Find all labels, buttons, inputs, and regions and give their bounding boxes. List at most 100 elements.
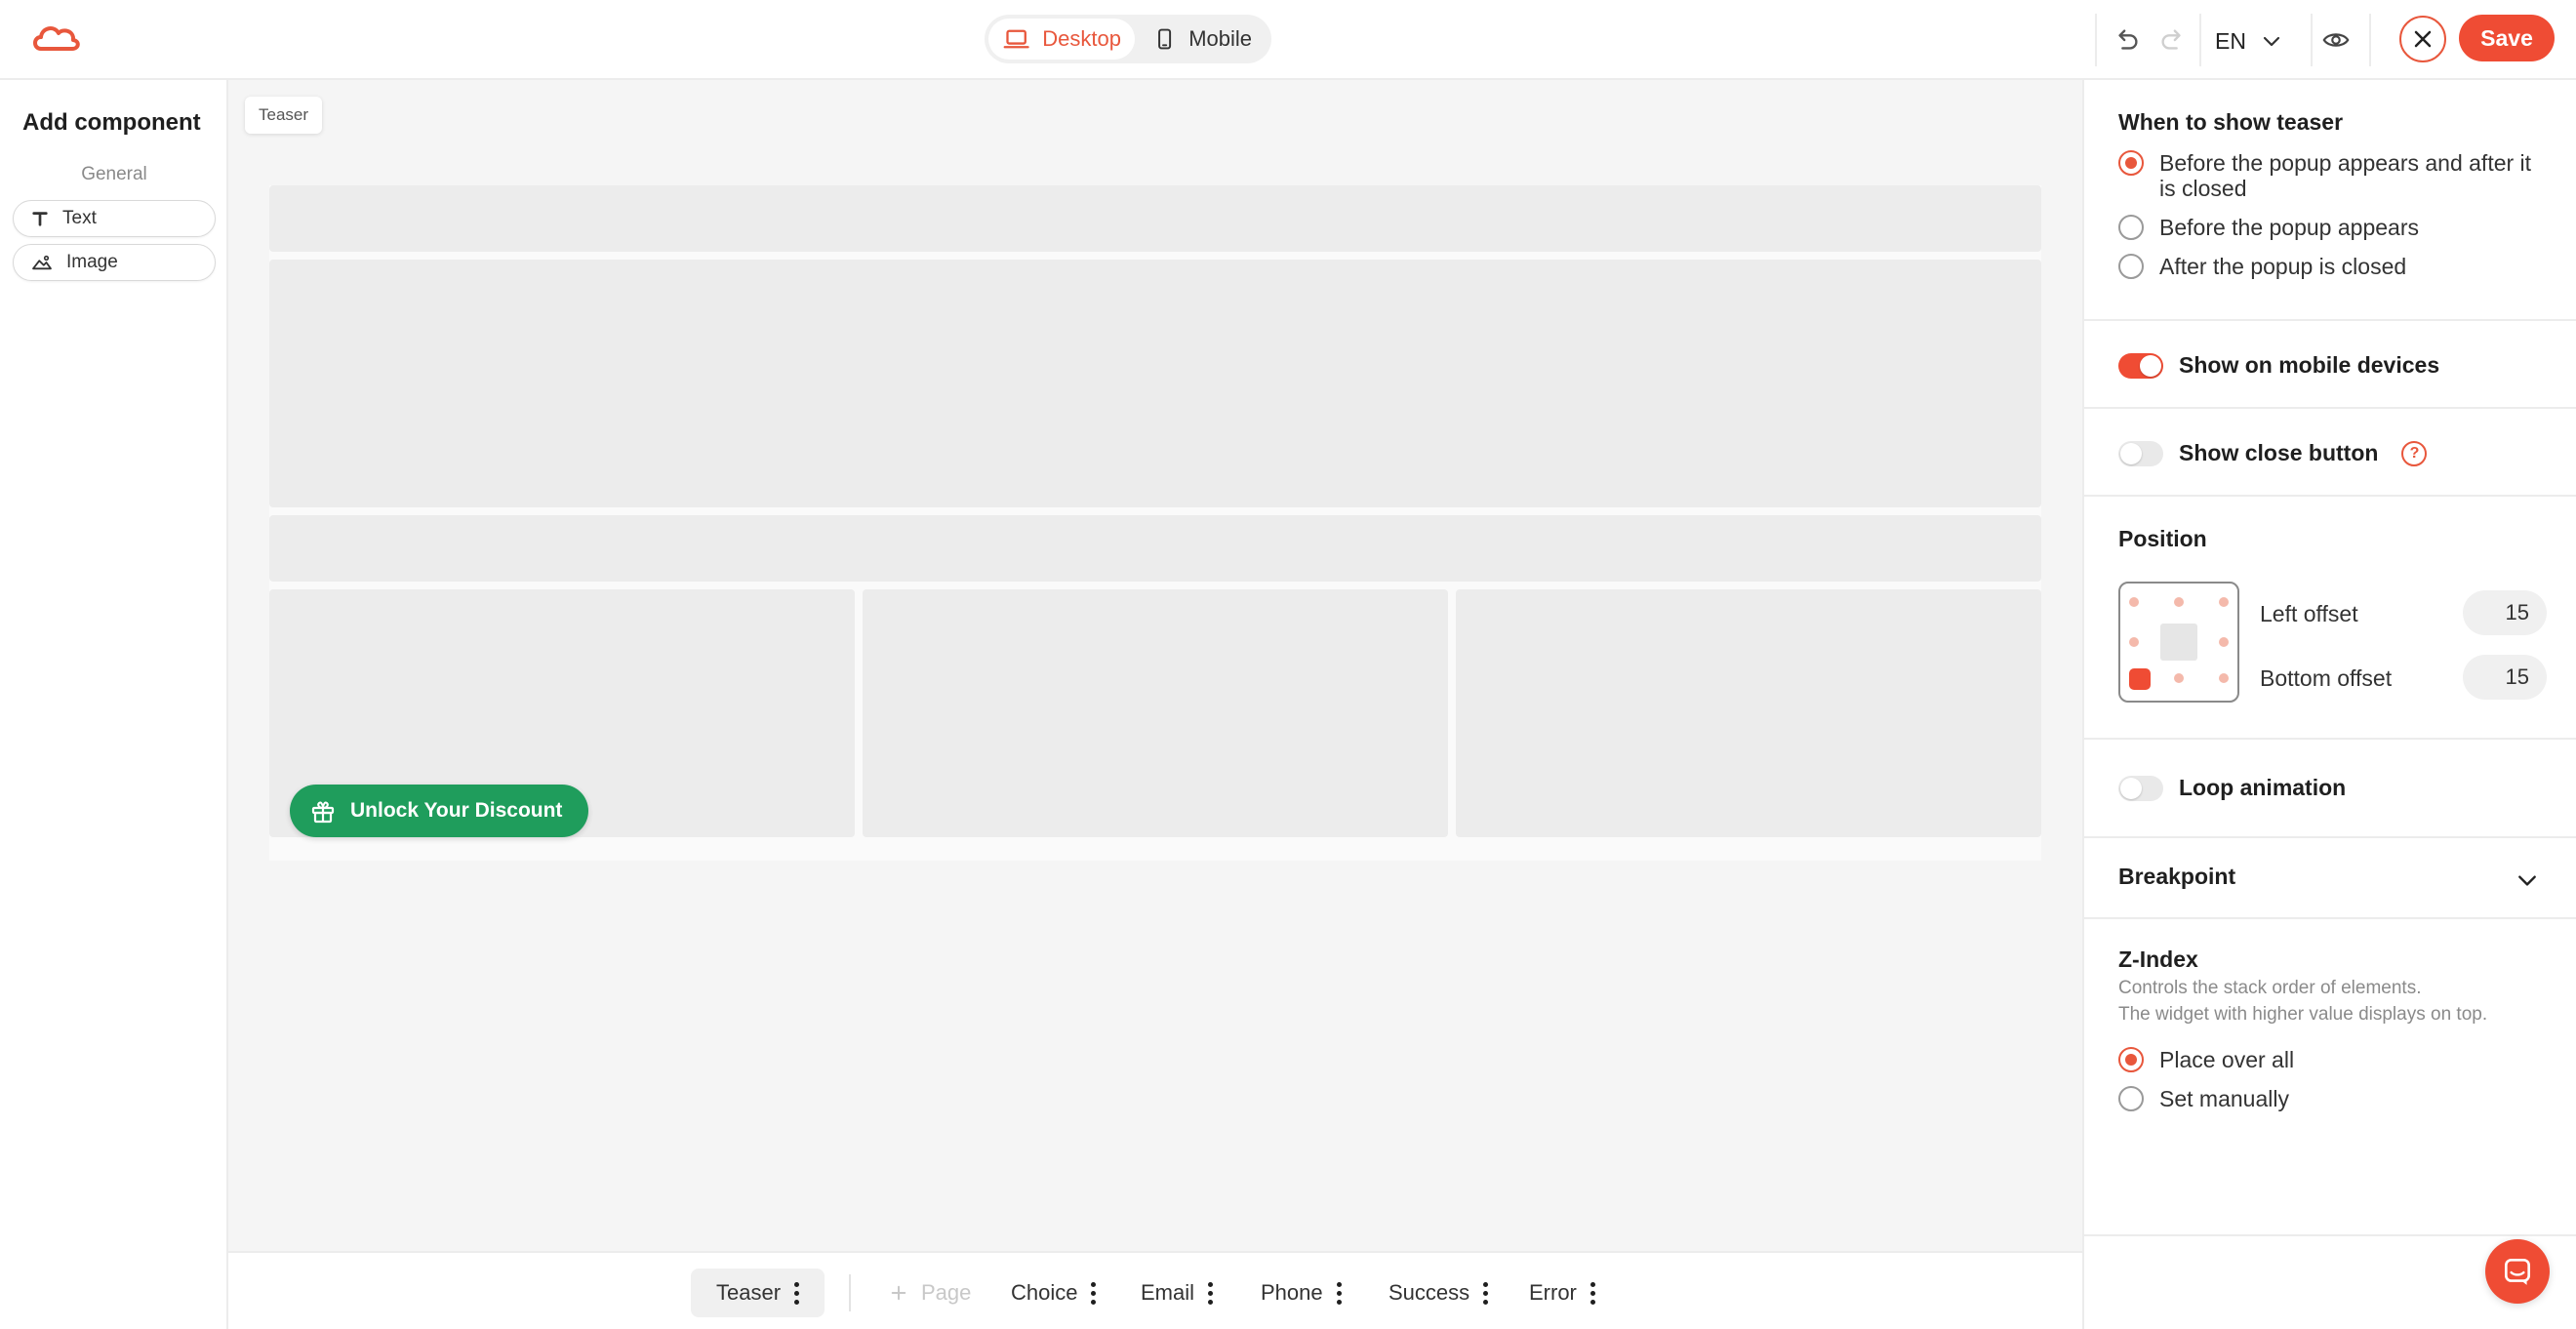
radio-after-popup[interactable]: After the popup is closed — [2118, 254, 2406, 279]
chat-icon — [2504, 1258, 2531, 1285]
plus-icon — [891, 1285, 906, 1301]
more-vertical-icon[interactable] — [794, 1281, 800, 1305]
radio-place-over-all[interactable]: Place over all — [2118, 1047, 2294, 1072]
more-vertical-icon[interactable] — [1483, 1281, 1489, 1305]
undo-button[interactable] — [2108, 20, 2147, 60]
radio-set-manually[interactable]: Set manually — [2118, 1086, 2289, 1111]
position-dot[interactable] — [2174, 673, 2184, 683]
tab-label: Success — [1389, 1280, 1470, 1305]
redo-icon — [2161, 29, 2181, 50]
undo-icon — [2118, 29, 2138, 50]
left-offset-input[interactable]: 15 — [2463, 590, 2547, 635]
gift-icon — [311, 801, 335, 824]
image-icon — [32, 255, 52, 270]
app-logo[interactable] — [29, 20, 84, 59]
redo-button[interactable] — [2153, 20, 2192, 60]
radio-label: Before the popup appears — [2159, 215, 2419, 240]
breakpoint-accordion[interactable]: Breakpoint — [2084, 838, 2576, 919]
phone-icon — [1158, 28, 1172, 50]
tab-email[interactable]: Email — [1141, 1269, 1214, 1317]
divider — [2311, 14, 2313, 66]
mobile-toggle-button[interactable]: Mobile — [1139, 19, 1266, 60]
show-on-mobile-toggle[interactable] — [2118, 352, 2163, 379]
tab-phone[interactable]: Phone — [1261, 1269, 1342, 1317]
desktop-toggle-button[interactable]: Desktop — [988, 19, 1135, 60]
tab-choice[interactable]: Choice — [1011, 1269, 1097, 1317]
save-button[interactable]: Save — [2459, 15, 2555, 61]
tab-teaser[interactable]: Teaser — [691, 1269, 825, 1317]
position-dot[interactable] — [2174, 597, 2184, 607]
language-select[interactable]: EN — [2215, 21, 2281, 60]
radio-button[interactable] — [2118, 1086, 2144, 1111]
support-chat-button[interactable] — [2485, 1239, 2550, 1304]
help-icon[interactable]: ? — [2401, 440, 2428, 466]
z-index-description: Controls the stack order of elements. — [2118, 978, 2422, 998]
loop-animation-toggle[interactable] — [2118, 775, 2163, 801]
when-to-show-section: When to show teaser Before the popup app… — [2084, 80, 2576, 321]
position-dot[interactable] — [2219, 597, 2229, 607]
bottom-offset-label: Bottom offset — [2260, 665, 2393, 691]
tab-success[interactable]: Success — [1389, 1269, 1489, 1317]
top-bar: Desktop Mobile EN Save — [0, 0, 2576, 80]
tab-label: Error — [1529, 1280, 1577, 1305]
tab-label: Choice — [1011, 1280, 1078, 1305]
left-offset-label: Left offset — [2260, 601, 2358, 626]
laptop-icon — [1003, 29, 1029, 49]
radio-label: Set manually — [2159, 1086, 2289, 1111]
editor-canvas[interactable]: Teaser Unlock Your Discount — [228, 80, 2082, 1251]
more-vertical-icon[interactable] — [1590, 1281, 1595, 1305]
position-dot[interactable] — [2129, 597, 2139, 607]
show-on-mobile-section: Show on mobile devices — [2084, 321, 2576, 409]
position-selected-bottom-left[interactable] — [2129, 668, 2151, 690]
show-on-mobile-row: Show on mobile devices — [2118, 352, 2439, 379]
panel-title: Add component — [22, 109, 201, 136]
add-image-button[interactable]: Image — [13, 244, 216, 281]
position-center-preview — [2160, 624, 2197, 661]
eye-icon — [2322, 33, 2350, 47]
radio-button[interactable] — [2118, 254, 2144, 279]
page-tabs-bar: Teaser Page Choice Email Phone Success E… — [228, 1251, 2082, 1329]
tab-add-page[interactable]: Page — [890, 1269, 971, 1317]
more-vertical-icon[interactable] — [1208, 1281, 1214, 1305]
accordion-title: Breakpoint — [2118, 864, 2236, 889]
teaser-button[interactable]: Unlock Your Discount — [290, 785, 588, 837]
show-close-button-row: Show close button ? — [2118, 440, 2428, 466]
radio-before-and-after[interactable]: Before the popup appears and after it is… — [2118, 150, 2548, 201]
component-label: Text — [62, 208, 97, 228]
z-index-section: Z-Index Controls the stack order of elem… — [2084, 919, 2576, 1236]
more-vertical-icon[interactable] — [1091, 1281, 1097, 1305]
radio-button[interactable] — [2118, 215, 2144, 240]
section-title: Z-Index — [2118, 946, 2198, 972]
desktop-label: Desktop — [1042, 26, 1121, 51]
placeholder-block — [269, 260, 2041, 507]
radio-button[interactable] — [2118, 1047, 2144, 1072]
toggle-label: Loop animation — [2179, 775, 2347, 800]
tab-label: Teaser — [716, 1280, 782, 1305]
bottom-offset-input[interactable]: 15 — [2463, 655, 2547, 700]
loop-animation-section: Loop animation — [2084, 740, 2576, 838]
canvas-tag: Teaser — [245, 97, 323, 134]
tab-error[interactable]: Error — [1529, 1269, 1595, 1317]
show-close-button-section: Show close button ? — [2084, 409, 2576, 497]
position-picker[interactable] — [2118, 582, 2239, 703]
radio-button[interactable] — [2118, 150, 2144, 176]
divider — [2095, 14, 2097, 66]
settings-panel: When to show teaser Before the popup app… — [2082, 80, 2576, 1329]
text-icon — [32, 212, 48, 226]
radio-label: Place over all — [2159, 1047, 2295, 1072]
more-vertical-icon[interactable] — [1336, 1281, 1342, 1305]
preview-button[interactable] — [2316, 20, 2355, 60]
position-dot[interactable] — [2129, 637, 2139, 647]
radio-before-popup[interactable]: Before the popup appears — [2118, 215, 2419, 240]
language-value: EN — [2215, 27, 2246, 54]
add-text-button[interactable]: Text — [13, 200, 216, 237]
position-section: Position Left offset 15 Bottom offset 15 — [2084, 497, 2576, 740]
position-dot[interactable] — [2219, 673, 2229, 683]
device-toggle: Desktop Mobile — [985, 15, 1271, 63]
page-preview — [269, 185, 2041, 861]
position-dot[interactable] — [2219, 637, 2229, 647]
close-editor-button[interactable] — [2399, 16, 2446, 62]
section-title: When to show teaser — [2118, 109, 2344, 135]
placeholder-block — [269, 515, 2041, 582]
show-close-button-toggle[interactable] — [2118, 440, 2163, 466]
